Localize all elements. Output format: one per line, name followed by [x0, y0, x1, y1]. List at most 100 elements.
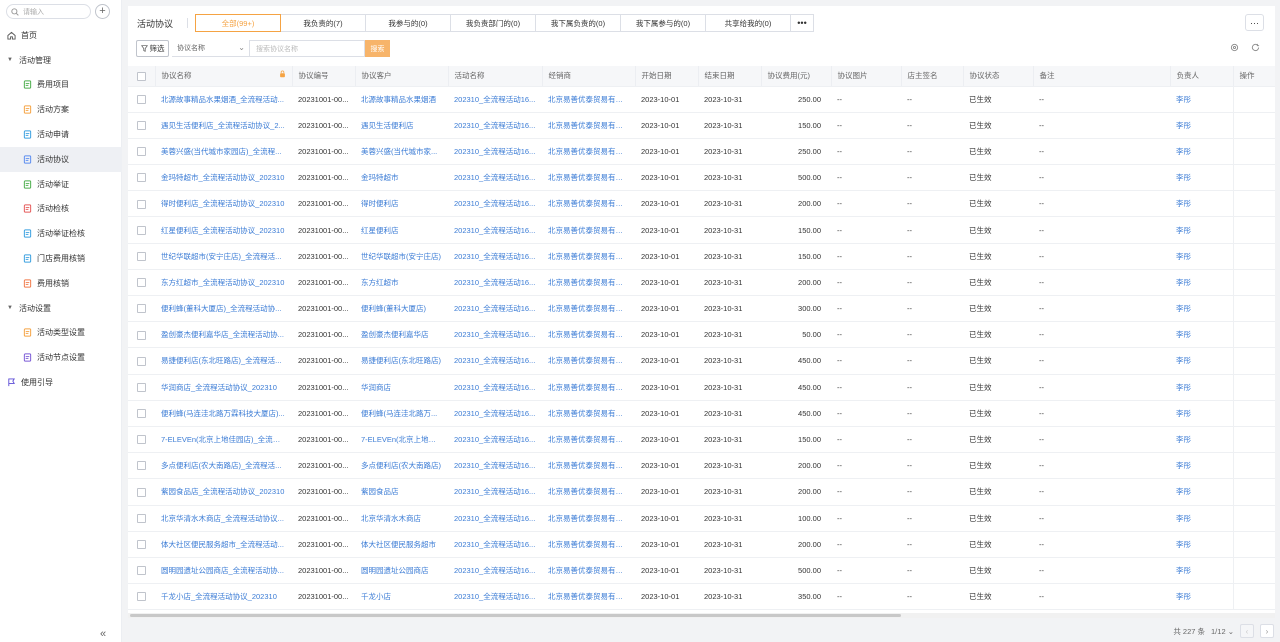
table-cell-link[interactable]: 202310_全流程活动16... [448, 190, 542, 218]
tabs-more-button[interactable]: ••• [790, 14, 814, 32]
table-cell-link[interactable]: 千龙小店 [355, 583, 448, 611]
table-cell-link[interactable]: 华润商店 [355, 374, 448, 401]
table-cell-link[interactable]: 便利蜂(董科大厦店) [355, 295, 448, 323]
table-cell-link[interactable]: 紫园食品店 [355, 478, 448, 506]
sidebar-item-13[interactable]: 活动节点设置 [0, 345, 122, 370]
column-header[interactable]: 协议状态 [963, 66, 1034, 87]
row-checkbox[interactable] [137, 382, 146, 392]
sidebar-item-5[interactable]: 活动协议 [0, 146, 122, 172]
column-header[interactable]: 协议名称 [155, 66, 293, 87]
table-cell-link[interactable]: 202310_全流程活动16... [448, 295, 542, 323]
table-cell-link[interactable]: 202310_全流程活动16... [448, 269, 542, 297]
table-cell-link[interactable]: 202310_全流程活动16... [448, 583, 542, 611]
table-cell-link[interactable]: 202310_全流程活动16... [448, 400, 542, 427]
table-cell-link[interactable]: 北京易善优泰贸易有限... [542, 243, 635, 270]
table-row[interactable]: 便利蜂(马连洼北路万霖科技大厦店)... 20231001-00... 便利蜂(马连… [128, 400, 1275, 427]
table-row[interactable]: 多点便利店(农大南路店)_全流程活... 20231001-00... 多点便利店(… [128, 452, 1275, 480]
table-row[interactable]: 北源故事精品水果烟酒_全流程活动... 20231001-00... 北源故事精品水… [128, 86, 1275, 113]
table-cell-link[interactable]: 北京易善优泰贸易有限... [542, 112, 635, 139]
table-cell-link[interactable]: 遇见生活便利店_全流程活动协议_2... [155, 112, 292, 139]
table-cell-link[interactable]: 李彤 [1170, 400, 1233, 427]
table-cell-link[interactable]: 202310_全流程活动16... [448, 478, 542, 506]
tab-1[interactable]: 我负责的(7) [280, 14, 366, 32]
column-header[interactable]: 开始日期 [635, 66, 699, 87]
sidebar-item-14[interactable]: 使用引导 [0, 370, 122, 395]
table-cell-link[interactable]: 李彤 [1170, 295, 1233, 323]
sidebar-item-0[interactable]: 首页 [0, 23, 122, 48]
row-checkbox[interactable] [137, 540, 146, 550]
table-row[interactable]: 北京华清水木商店_全流程活动协议... 20231001-00... 北京华清水木商… [128, 505, 1275, 532]
settings-icon[interactable] [1230, 43, 1239, 52]
table-cell-link[interactable]: 202310_全流程活动16... [448, 112, 542, 139]
table-row[interactable]: 体大社区便民服务超市_全流程活动... 20231001-00... 体大社区便民服… [128, 531, 1275, 558]
table-row[interactable]: 遇见生活便利店_全流程活动协议_2... 20231001-00... 遇见生活便利… [128, 112, 1275, 139]
sidebar-item-1[interactable]: ▼ 活动管理 [0, 48, 122, 73]
table-cell-link[interactable]: 7-ELEVEn(北京上地佳园店)_全流程... [155, 426, 292, 454]
table-cell-link[interactable]: 北京易善优泰贸易有限... [542, 426, 635, 454]
table-cell-link[interactable]: 北京易善优泰贸易有限... [542, 347, 635, 375]
table-cell-link[interactable]: 202310_全流程活动16... [448, 321, 542, 349]
row-checkbox[interactable] [137, 199, 146, 209]
sidebar-item-10[interactable]: 费用核销 [0, 271, 122, 296]
column-header[interactable]: 活动名称 [448, 66, 543, 87]
table-cell-link[interactable]: 北京易善优泰贸易有限... [542, 505, 635, 532]
table-cell-link[interactable]: 北京易善优泰贸易有限... [542, 557, 635, 585]
table-cell-link[interactable]: 202310_全流程活动16... [448, 164, 542, 192]
table-cell-link[interactable]: 世纪华联超市(安宁庄店)_全流程活... [155, 243, 292, 270]
table-cell-link[interactable]: 红星便利店_全流程活动协议_202310 [155, 216, 292, 244]
row-checkbox[interactable] [137, 251, 146, 261]
table-cell-link[interactable]: 金玛特超市 [355, 164, 448, 192]
table-row[interactable]: 金玛特超市_全流程活动协议_202310 20231001-00... 金玛特超市 2… [128, 164, 1275, 192]
table-cell-link[interactable]: 202310_全流程活动16... [448, 426, 542, 454]
table-cell-link[interactable]: 北京易善优泰贸易有限... [542, 452, 635, 480]
page-select[interactable]: 1/12 ⌄ [1211, 627, 1234, 636]
table-cell-link[interactable]: 李彤 [1170, 374, 1233, 401]
table-cell-link[interactable]: 北源故事精品水果烟酒 [355, 86, 448, 113]
table-cell-link[interactable]: 李彤 [1170, 505, 1233, 532]
row-checkbox[interactable] [137, 173, 146, 183]
table-cell-link[interactable]: 盈创豪杰便利嘉华店_全流程活动协... [155, 321, 292, 349]
row-checkbox[interactable] [137, 147, 146, 157]
table-cell-link[interactable]: 圆明园遗址公园商店_全流程活动协... [155, 557, 292, 585]
table-cell-link[interactable]: 金玛特超市_全流程活动协议_202310 [155, 164, 292, 192]
table-cell-link[interactable]: 北京易善优泰贸易有限... [542, 164, 635, 192]
table-cell-link[interactable]: 李彤 [1170, 164, 1233, 192]
table-row[interactable]: 世纪华联超市(安宁庄店)_全流程活... 20231001-00... 世纪华联超市… [128, 243, 1275, 270]
table-cell-link[interactable]: 千龙小店_全流程活动协议_202310 [155, 583, 292, 611]
sidebar-item-7[interactable]: 活动检核 [0, 197, 122, 222]
sidebar-item-2[interactable]: 费用项目 [0, 73, 122, 98]
row-checkbox[interactable] [137, 356, 146, 366]
tab-0[interactable]: 全部(99+) [195, 14, 281, 32]
table-cell-link[interactable]: 多点便利店(农大南路店)_全流程活... [155, 452, 292, 480]
table-cell-link[interactable]: 易捷便利店(东北旺路店)_全流程活... [155, 347, 292, 375]
table-cell-link[interactable]: 李彤 [1170, 269, 1233, 297]
table-cell-link[interactable]: 202310_全流程活动16... [448, 531, 542, 558]
select-all-checkbox[interactable] [136, 71, 146, 81]
table-cell-link[interactable]: 北京易善优泰贸易有限... [542, 269, 635, 297]
sidebar-item-4[interactable]: 活动申请 [0, 122, 122, 147]
tab-2[interactable]: 我参与的(0) [365, 14, 451, 32]
table-cell-link[interactable]: 李彤 [1170, 347, 1233, 375]
table-cell-link[interactable]: 202310_全流程活动16... [448, 505, 542, 532]
table-cell-link[interactable]: 多点便利店(农大南路店) [355, 452, 448, 480]
table-cell-link[interactable]: 李彤 [1170, 190, 1233, 218]
column-header[interactable]: 协议客户 [355, 66, 449, 87]
table-cell-link[interactable]: 北京易善优泰贸易有限... [542, 321, 635, 349]
table-cell-link[interactable]: 北京易善优泰贸易有限... [542, 478, 635, 506]
table-cell-link[interactable]: 李彤 [1170, 112, 1233, 139]
table-cell-link[interactable]: 遇见生活便利店 [355, 112, 448, 139]
table-cell-link[interactable]: 美蓉兴盛(当代城市家园店)_全流程... [155, 138, 292, 166]
table-cell-link[interactable]: 李彤 [1170, 478, 1233, 506]
table-cell-link[interactable]: 李彤 [1170, 243, 1233, 270]
table-cell-link[interactable]: 世纪华联超市(安宁庄店) [355, 243, 448, 270]
table-cell-link[interactable]: 红星便利店 [355, 216, 448, 244]
filter-button[interactable]: 筛选 [136, 40, 169, 57]
sidebar-item-3[interactable]: 活动方案 [0, 97, 122, 122]
sidebar-item-11[interactable]: ▼ 活动设置 [0, 296, 122, 321]
column-header[interactable]: 协议图片 [831, 66, 902, 87]
add-button[interactable]: + [95, 4, 110, 19]
table-cell-link[interactable]: 202310_全流程活动16... [448, 243, 542, 270]
table-cell-link[interactable]: 得时便利店_全流程活动协议_202310 [155, 190, 292, 218]
table-row[interactable]: 得时便利店_全流程活动协议_202310 20231001-00... 得时便利店 2… [128, 190, 1275, 218]
tab-5[interactable]: 我下属参与的(0) [620, 14, 706, 32]
